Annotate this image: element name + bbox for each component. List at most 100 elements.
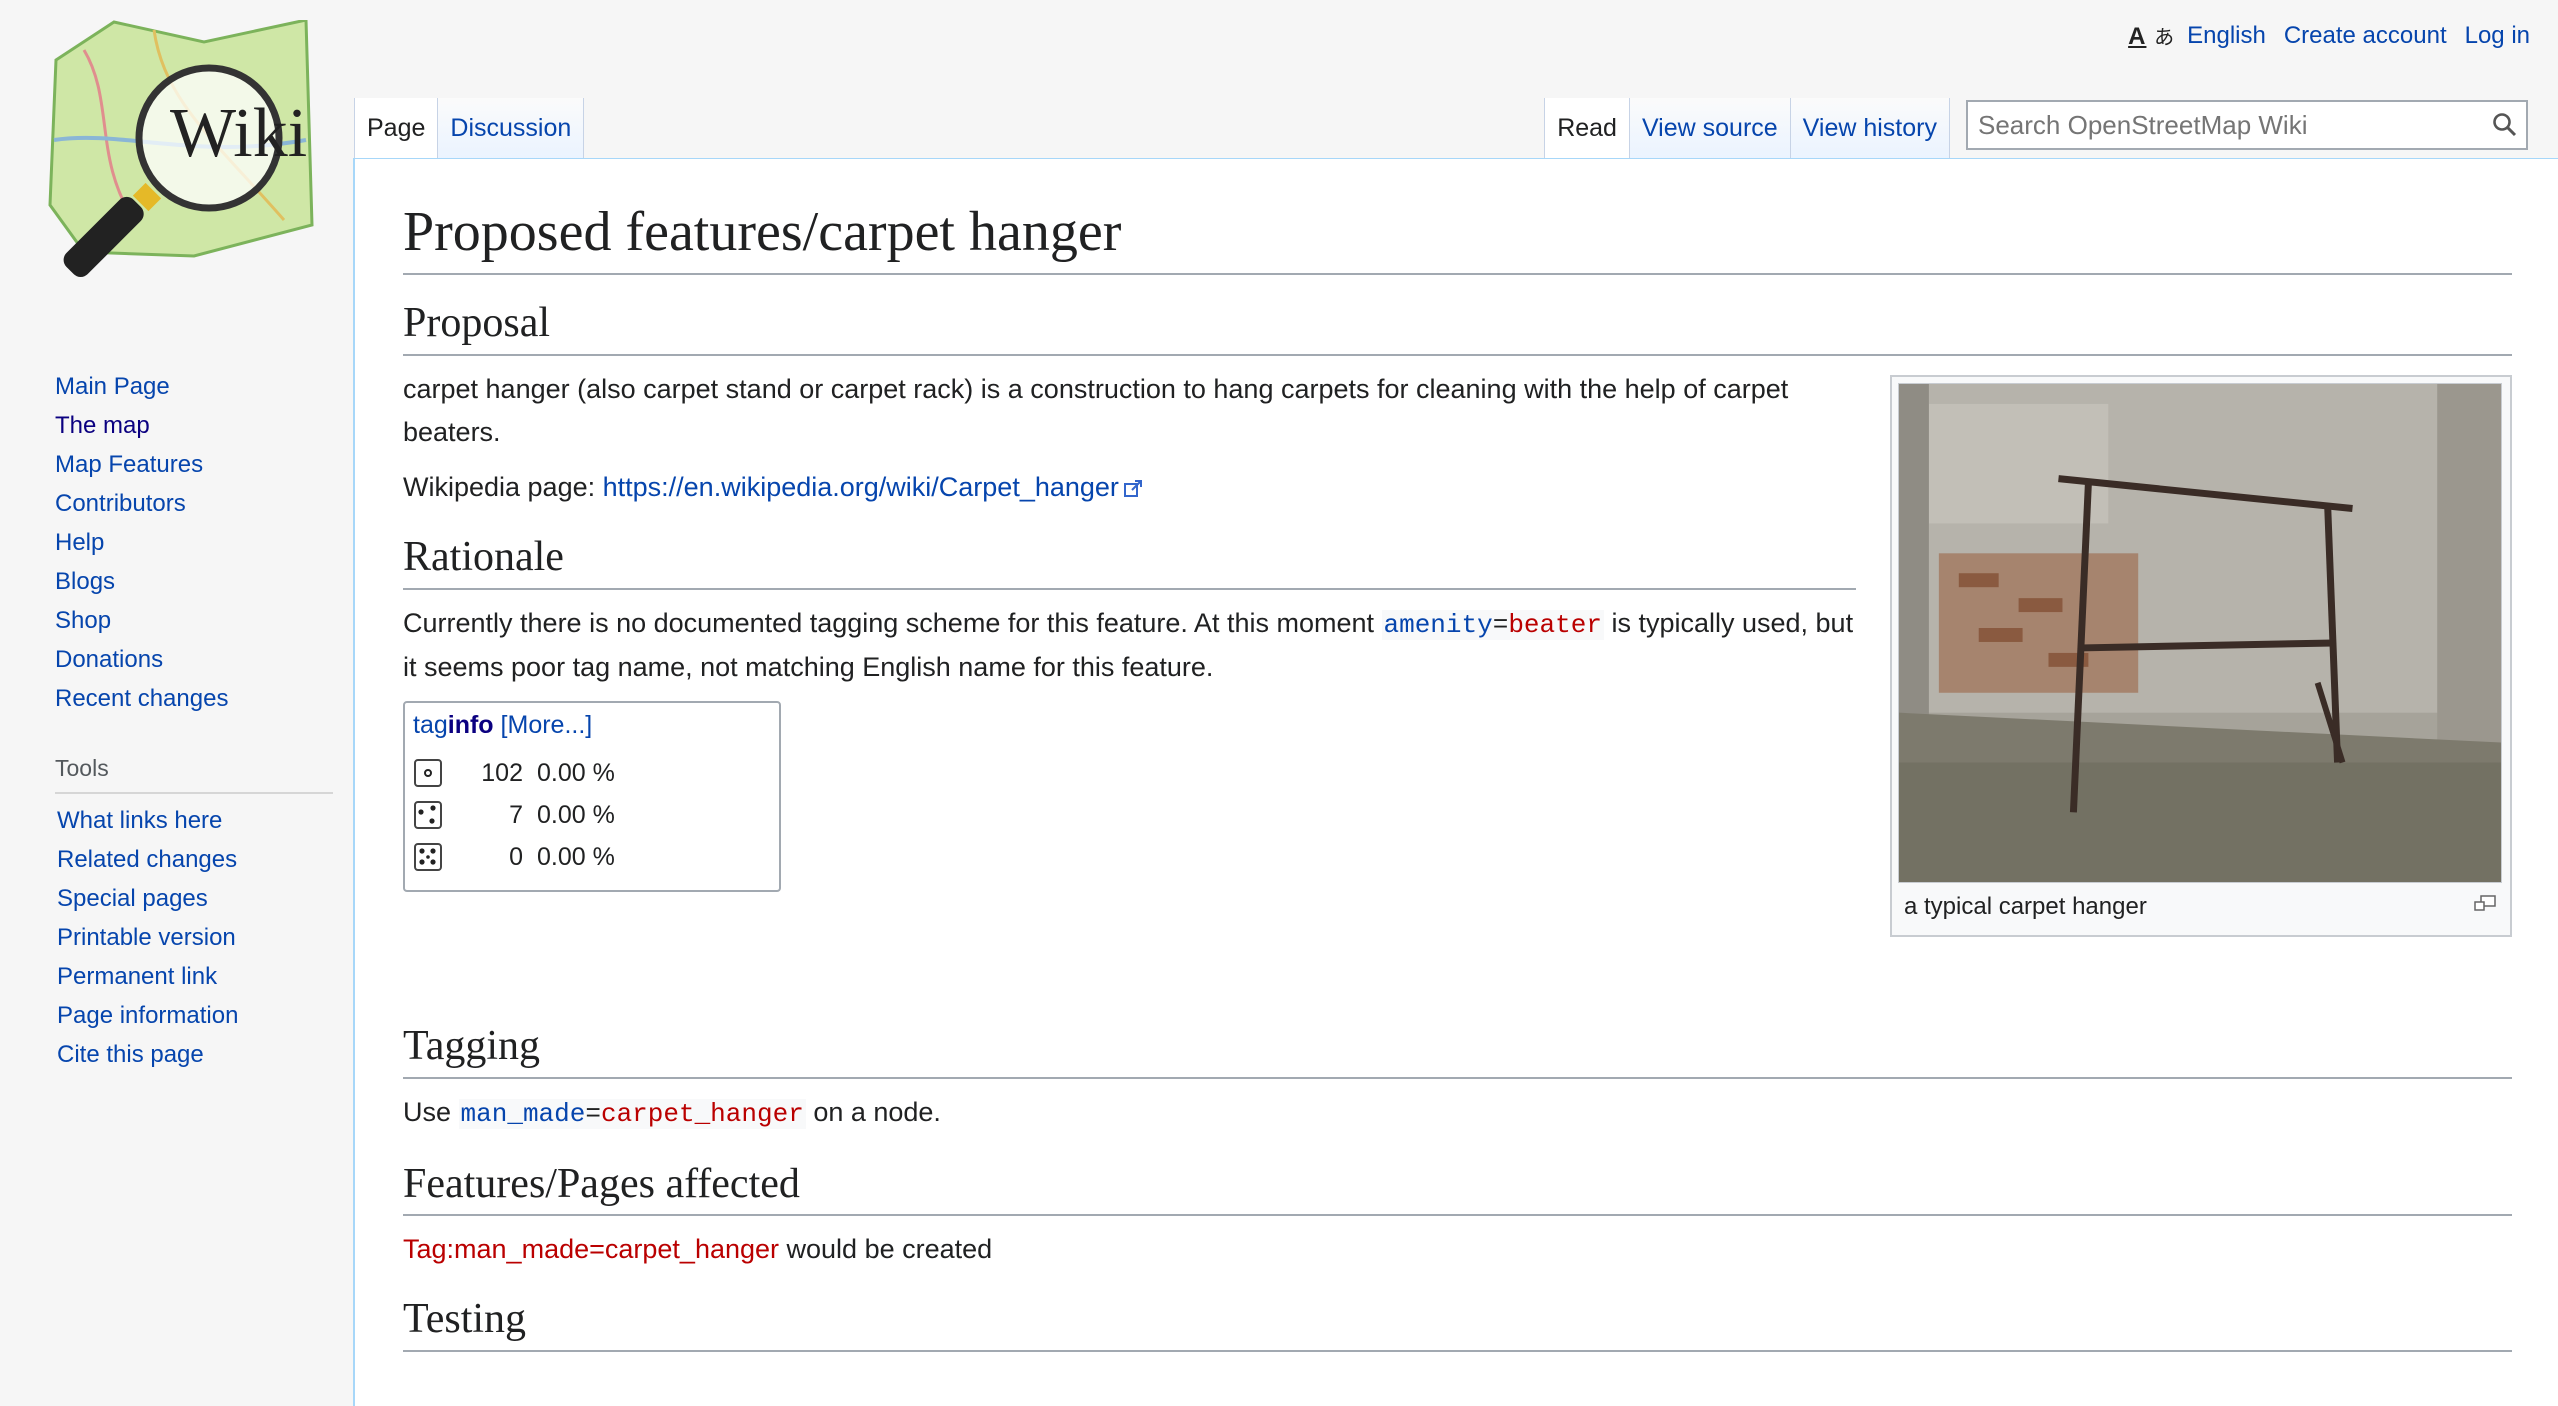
magnify-icon[interactable] [2474,895,2496,911]
page-title: Proposed features/carpet hanger [403,199,2512,276]
testing-heading: Testing [403,1293,2512,1352]
rationale-tag[interactable]: amenity=beater [1381,609,1604,640]
taginfo-row-ways: 7 0.00 % [413,794,769,836]
tagging-tag[interactable]: man_made=carpet_hanger [458,1098,806,1129]
node-icon [414,759,442,788]
navigation-menu: Main Page The map Map Features Contribut… [55,370,325,721]
proposal-heading: Proposal [403,297,2512,356]
tab-discussion-label[interactable]: Discussion [450,114,571,143]
rationale-text: Currently there is no documented tagging… [403,602,1856,690]
related-changes-link[interactable]: Related changes [57,846,237,873]
rationale-tag-eq: = [1492,609,1509,640]
affected-text: Tag:man_made=carpet_hanger would be crea… [403,1228,2512,1271]
sidebar-item-main-page[interactable]: Main Page [55,370,325,409]
donations-link[interactable]: Donations [55,646,163,673]
thumbnail: a typical carpet hanger [1890,375,2512,937]
sidebar-item-cite-this-page[interactable]: Cite this page [55,1038,325,1077]
search-input[interactable] [1976,108,2492,142]
permanent-link-link[interactable]: Permanent link [57,963,217,990]
create-account-link[interactable]: Create account [2284,22,2447,50]
relation-icon [414,843,442,872]
personal-tools: A あ English Create account Log in [2128,21,2530,51]
svg-text:Wiki: Wiki [170,95,307,172]
view-tabs: Read View source View history [1544,98,1950,160]
shop-link[interactable]: Shop [55,607,111,634]
language-selector[interactable]: A あ English [2128,21,2266,51]
recent-changes-link[interactable]: Recent changes [55,685,228,712]
tagging-tag-key[interactable]: man_made [461,1099,586,1129]
map-features-link[interactable]: Map Features [55,451,203,478]
taginfo-header: taginfo [More...] [413,711,769,740]
carpet-hanger-image[interactable] [1898,383,2502,883]
language-link[interactable]: English [2187,22,2266,50]
taginfo-relation-count: 0 [509,842,523,871]
sidebar-item-what-links-here[interactable]: What links here [55,804,325,843]
language-icon: A あ [2128,23,2176,50]
tab-discussion[interactable]: Discussion [438,98,585,160]
tab-view-history-label[interactable]: View history [1803,114,1937,143]
tab-read[interactable]: Read [1544,98,1630,160]
tools-heading: Tools [55,755,333,794]
printable-version-link[interactable]: Printable version [57,924,236,951]
proposal-text: carpet hanger (also carpet stand or carp… [403,373,1789,447]
wikipedia-link[interactable]: https://en.wikipedia.org/wiki/Carpet_han… [603,472,1119,502]
sidebar-item-page-information[interactable]: Page information [55,999,325,1038]
page-information-link[interactable]: Page information [57,1002,238,1029]
wiki-logo[interactable]: Wiki [44,20,314,290]
log-in-link[interactable]: Log in [2465,22,2530,50]
tab-view-source[interactable]: View source [1629,98,1791,160]
taginfo-relation-pct: 0.00 % [537,842,615,871]
rationale-tag-key[interactable]: amenity [1384,610,1493,640]
tab-page-label: Page [367,114,426,142]
taginfo-link[interactable]: taginfo [413,711,494,739]
sidebar-item-shop[interactable]: Shop [55,604,325,643]
tagging-tag-value[interactable]: carpet_hanger [601,1099,804,1129]
main-page-link[interactable]: Main Page [55,373,170,400]
taginfo-row-relations: 0 0.00 % [413,836,769,878]
sidebar-item-permanent-link[interactable]: Permanent link [55,960,325,999]
affected-heading: Features/Pages affected [403,1158,2512,1217]
affected-tag-link[interactable]: Tag:man_made=carpet_hanger [403,1234,779,1264]
tools-menu: What links here Related changes Special … [55,804,325,1077]
tab-page[interactable]: Page [354,98,439,160]
contributors-link[interactable]: Contributors [55,490,186,517]
taginfo-brand-bold: info [447,711,494,740]
taginfo-way-pct: 0.00 % [537,800,615,829]
tab-view-source-label[interactable]: View source [1642,114,1778,143]
wikipedia-label: Wikipedia page: [403,471,603,502]
sidebar-item-contributors[interactable]: Contributors [55,487,325,526]
sidebar-item-recent-changes[interactable]: Recent changes [55,682,325,721]
the-map-link[interactable]: The map [55,412,150,439]
external-link-icon [1123,479,1142,497]
tab-view-history[interactable]: View history [1790,98,1950,160]
tagging-tag-eq: = [585,1098,601,1129]
taginfo-node-pct: 0.00 % [537,758,615,787]
cite-this-page-link[interactable]: Cite this page [57,1041,204,1068]
sidebar-item-map-features[interactable]: Map Features [55,448,325,487]
taginfo-way-count: 7 [509,800,523,829]
sidebar-item-help[interactable]: Help [55,526,325,565]
taginfo-node-count: 102 [481,758,523,787]
thumbnail-caption: a typical carpet hanger [1898,883,2504,929]
sidebar-item-the-map[interactable]: The map [55,409,325,448]
sidebar-item-related-changes[interactable]: Related changes [55,843,325,882]
what-links-here-link[interactable]: What links here [57,807,222,834]
search-icon[interactable] [2492,112,2518,138]
taginfo-more-link[interactable]: [More...] [501,711,593,739]
rationale-tag-value[interactable]: beater [1508,610,1602,640]
tagging-heading: Tagging [403,1020,2512,1079]
sidebar-item-special-pages[interactable]: Special pages [55,882,325,921]
blogs-link[interactable]: Blogs [55,568,115,595]
sidebar-item-donations[interactable]: Donations [55,643,325,682]
tagging-use: Use [403,1096,459,1127]
help-link[interactable]: Help [55,529,104,556]
sidebar-item-blogs[interactable]: Blogs [55,565,325,604]
tagging-post: on a node. [805,1096,941,1127]
rationale-pre: Currently there is no documented tagging… [403,607,1382,638]
caption-text: a typical carpet hanger [1904,893,2147,920]
taginfo-box: taginfo [More...] 102 0.00 % 7 0.00 % 0 … [403,701,781,893]
special-pages-link[interactable]: Special pages [57,885,208,912]
tab-read-label: Read [1557,114,1617,142]
sidebar-item-printable-version[interactable]: Printable version [55,921,325,960]
main-content: Proposed features/carpet hanger Proposal… [353,158,2558,1406]
